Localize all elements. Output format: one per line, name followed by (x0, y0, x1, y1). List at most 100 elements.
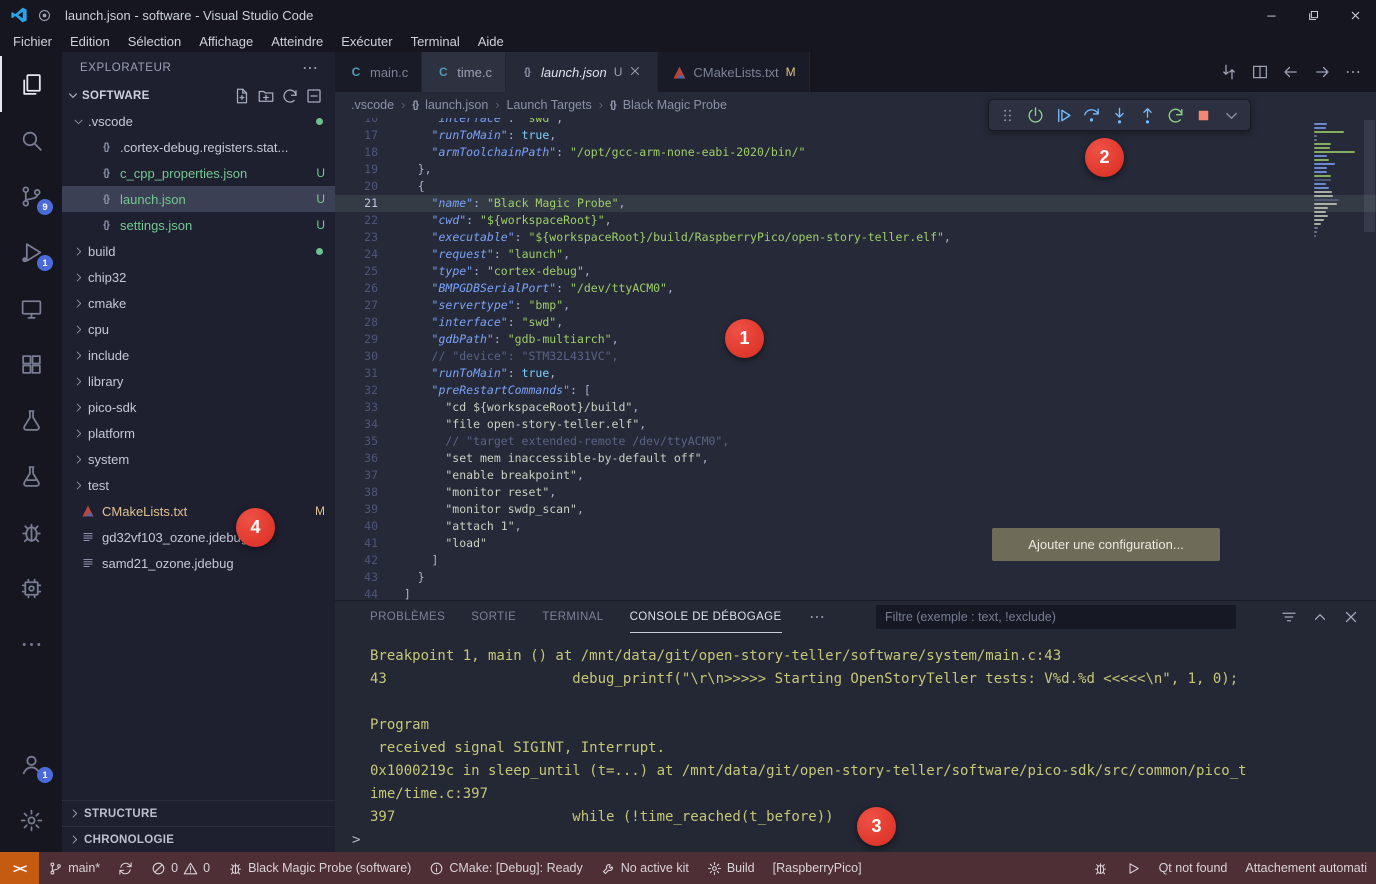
activity-more-views[interactable] (0, 616, 62, 672)
tree-item-build[interactable]: build (62, 238, 335, 264)
minimap[interactable] (1314, 123, 1360, 239)
activity-settings[interactable] (0, 792, 62, 848)
more-debug-actions-button[interactable] (1218, 102, 1245, 129)
stop-button[interactable] (1190, 102, 1217, 129)
activity-extensions[interactable] (0, 336, 62, 392)
status-qt-status[interactable]: Qt not found (1150, 852, 1237, 884)
add-configuration-button[interactable]: Ajouter une configuration... (992, 528, 1220, 561)
tab-time-c[interactable]: Ctime.c (422, 52, 506, 92)
panel-tab-console-de-d-bogage[interactable]: CONSOLE DE DÉBOGAGE (630, 601, 782, 633)
tree-item-library[interactable]: library (62, 368, 335, 394)
tab-cmakelists-txt[interactable]: CMakeLists.txtM (658, 52, 809, 92)
step-into-button[interactable] (1106, 102, 1133, 129)
panel-tab-terminal[interactable]: TERMINAL (542, 601, 603, 633)
breadcrumb-item-black-magic-probe[interactable]: Black Magic Probe (623, 98, 727, 112)
activity-test-explorer[interactable] (0, 448, 62, 504)
status-sync-changes[interactable] (109, 852, 142, 884)
tree-item-cortex-debug-registers-stat[interactable]: {}.cortex-debug.registers.stat... (62, 134, 335, 160)
status-cmake-build[interactable]: Build (698, 852, 764, 884)
tree-item-c-cpp-properties-json[interactable]: {}c_cpp_properties.jsonU (62, 160, 335, 186)
sidebar-more-icon[interactable] (301, 59, 319, 77)
menu-aide[interactable]: Aide (469, 30, 513, 52)
menu-edition[interactable]: Edition (61, 30, 119, 52)
tree-item-platform[interactable]: platform (62, 420, 335, 446)
editor-scrollbar[interactable] (1364, 120, 1375, 232)
close-button[interactable] (1334, 0, 1376, 30)
debug-console[interactable]: Breakpoint 1, main () at /mnt/data/git/o… (335, 633, 1376, 852)
tree-item-vscode[interactable]: .vscode (62, 108, 335, 134)
activity-source-control[interactable]: 9 (0, 168, 62, 224)
power-button[interactable] (1022, 102, 1049, 129)
tree-item-settings-json[interactable]: {}settings.jsonU (62, 212, 335, 238)
breadcrumb-item-vscode[interactable]: .vscode (351, 98, 394, 112)
menu-s-lection[interactable]: Sélection (119, 30, 190, 52)
new-file-icon[interactable] (233, 87, 251, 105)
status-problems[interactable]: 00 (142, 852, 219, 884)
debug-filter-input[interactable] (876, 605, 1236, 629)
status-git-branch[interactable]: main* (39, 852, 109, 884)
menu-affichage[interactable]: Affichage (190, 30, 262, 52)
menu-fichier[interactable]: Fichier (4, 30, 61, 52)
refresh-explorer-icon[interactable] (281, 87, 299, 105)
more-actions-icon[interactable] (1344, 63, 1362, 81)
activity-bug-tool[interactable] (0, 504, 62, 560)
tree-item-include[interactable]: include (62, 342, 335, 368)
continue-button[interactable] (1050, 102, 1077, 129)
tree-item-samd21-ozone-jdebug[interactable]: samd21_ozone.jdebug (62, 550, 335, 576)
tree-item-cpu[interactable]: cpu (62, 316, 335, 342)
breadcrumb-item-launch-json[interactable]: launch.json (425, 98, 488, 112)
activity-remote-explorer[interactable] (0, 280, 62, 336)
status-cmake-status[interactable]: CMake: [Debug]: Ready (420, 852, 591, 884)
maximize-button[interactable] (1292, 0, 1334, 30)
section-header-structure[interactable]: STRUCTURE (62, 800, 335, 826)
status-cmake-kit[interactable]: No active kit (592, 852, 698, 884)
console-input-chevron[interactable]: > (352, 829, 1376, 852)
go-forward-icon[interactable] (1313, 63, 1331, 81)
activity-peripherals[interactable] (0, 560, 62, 616)
panel-tab-probl-mes[interactable]: PROBLÈMES (370, 601, 445, 633)
status-auto-attach[interactable]: Attachement automati (1236, 852, 1376, 884)
split-editor-icon[interactable] (1251, 63, 1269, 81)
activity-search[interactable] (0, 112, 62, 168)
status-remote-indicator[interactable]: >< (0, 852, 39, 884)
tree-item-launch-json[interactable]: {}launch.jsonU (62, 186, 335, 212)
status-launch-target[interactable]: [RaspberryPico] (764, 852, 871, 884)
status-cmake-debug[interactable] (1084, 852, 1117, 884)
tree-item-gd32vf103-ozone-jdebug[interactable]: gd32vf103_ozone.jdebug (62, 524, 335, 550)
breadcrumb-item-launch-targets[interactable]: Launch Targets (506, 98, 591, 112)
drag-handle-button[interactable] (994, 102, 1021, 129)
step-over-button[interactable] (1078, 102, 1105, 129)
activity-accounts[interactable]: 1 (0, 736, 62, 792)
tab-launch-json[interactable]: {}launch.jsonU (506, 52, 658, 92)
tab-main-c[interactable]: Cmain.c (335, 52, 422, 92)
collapse-folders-icon[interactable] (305, 87, 323, 105)
code-editor[interactable]: 16 "interface": "swd",17 "runToMain": tr… (335, 118, 1376, 600)
filter-output-icon[interactable] (1280, 608, 1298, 626)
status-debug-config[interactable]: Black Magic Probe (software) (219, 852, 420, 884)
menu-atteindre[interactable]: Atteindre (262, 30, 332, 52)
panel-tab-sortie[interactable]: SORTIE (471, 601, 516, 633)
step-out-button[interactable] (1134, 102, 1161, 129)
restart-button[interactable] (1162, 102, 1189, 129)
open-changes-icon[interactable] (1220, 63, 1238, 81)
close-tab-icon[interactable] (628, 64, 644, 80)
section-header-software[interactable]: SOFTWARE (62, 84, 335, 108)
tree-item-system[interactable]: system (62, 446, 335, 472)
tree-item-chip32[interactable]: chip32 (62, 264, 335, 290)
tree-item-pico-sdk[interactable]: pico-sdk (62, 394, 335, 420)
close-panel-icon[interactable] (1342, 608, 1360, 626)
tree-item-test[interactable]: test (62, 472, 335, 498)
status-cmake-run[interactable] (1117, 852, 1150, 884)
minimize-button[interactable] (1250, 0, 1292, 30)
section-header-chronologie[interactable]: CHRONOLOGIE (62, 826, 335, 852)
menu-terminal[interactable]: Terminal (402, 30, 469, 52)
activity-explorer[interactable] (0, 56, 62, 112)
menu-ex-cuter[interactable]: Exécuter (332, 30, 401, 52)
panel-more-icon[interactable] (808, 608, 826, 626)
activity-run-debug[interactable]: 1 (0, 224, 62, 280)
activity-testing[interactable] (0, 392, 62, 448)
new-folder-icon[interactable] (257, 87, 275, 105)
go-back-icon[interactable] (1282, 63, 1300, 81)
tree-item-cmakelists-txt[interactable]: CMakeLists.txtM (62, 498, 335, 524)
maximize-panel-icon[interactable] (1311, 608, 1329, 626)
